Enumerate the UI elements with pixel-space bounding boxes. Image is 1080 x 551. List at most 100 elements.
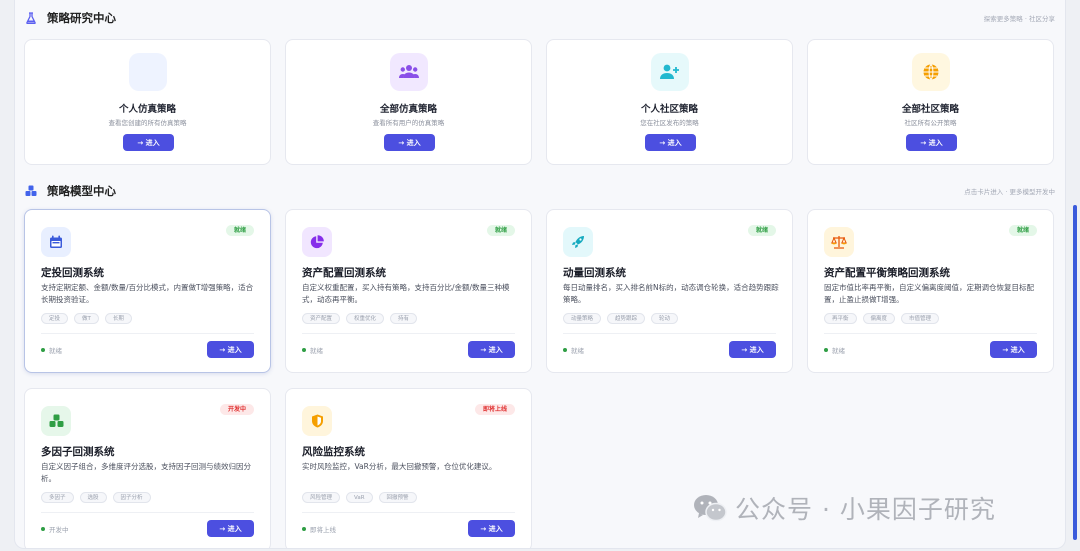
watermark-text: 公众号 · 小果因子研究 [735,495,996,524]
tag: 定投 [41,313,69,324]
enter-button[interactable]: → 进入 [384,134,435,151]
rocket-icon [563,227,593,257]
enter-button[interactable]: → 进入 [207,341,254,358]
divider [302,512,515,513]
research-card-personal-community[interactable]: 个人社区策略 您在社区发布的策略 → 进入 [546,39,793,165]
card-desc: 您在社区发布的策略 [640,119,699,127]
card-title: 资产配置回测系统 [302,267,386,279]
enter-button[interactable]: → 进入 [123,134,174,151]
enter-button[interactable]: → 进入 [468,520,515,537]
shield-icon [302,406,332,436]
tag-list: 再平衡 偏离度 市值管理 [824,313,940,324]
status-badge: 就绪 [747,225,776,236]
tag: 动量策略 [563,313,602,324]
wechat-icon [694,495,727,522]
enter-button[interactable]: → 进入 [207,520,254,537]
divider [563,333,776,334]
tag: 因子分析 [112,492,151,503]
tag: VaR [346,492,373,503]
status-text: 就绪 [310,347,323,355]
status-indicator: 就绪 [563,345,584,355]
status-text: 开发中 [49,526,69,534]
status-badge: 开发中 [219,404,254,415]
tag-list: 多因子 选股 因子分析 [41,492,151,503]
card-desc: 固定市值比率再平衡，自定义偏离度阈值，定期调仓恢复目标配置，止盈止损做T增强。 [824,283,1034,304]
card-desc: 自定义因子组合，多维度评分选股，支持因子回测与绩效归因分析。 [41,462,251,483]
calendar-icon [41,227,71,257]
tag: 回撤预警 [378,492,417,503]
status-dot [824,348,828,352]
card-desc: 每日动量排名，买入排名前N标的，动态调仓轮换，适合趋势跟踪策略。 [563,283,779,304]
model-card-multifactor[interactable]: 开发中 多因子回测系统 自定义因子组合，多维度评分选股，支持因子回测与绩效归因分… [24,388,271,548]
card-title: 全部仿真策略 [379,104,437,115]
blank-icon [129,53,167,91]
enter-button[interactable]: → 进入 [468,341,515,358]
status-dot [302,527,306,531]
research-card-all-community[interactable]: 全部社区策略 社区所有公开策略 → 进入 [807,39,1054,165]
tag: 持有 [390,313,418,324]
tag: 长期 [104,313,132,324]
research-section-header: 策略研究中心 探索更多策略 · 社区分享 [25,8,1055,28]
status-text: 就绪 [571,347,584,355]
tag: 权重优化 [346,313,385,324]
tag-list: 动量策略 趋势跟踪 轮动 [563,313,679,324]
status-dot [563,348,567,352]
status-text: 就绪 [49,347,62,355]
card-title: 个人仿真策略 [118,104,176,115]
model-card-asset-allocation[interactable]: 就绪 资产配置回测系统 自定义权重配置，买入持有策略，支持百分比/金额/数量三种… [285,209,532,373]
enter-button[interactable]: → 进入 [906,134,957,151]
status-dot [41,527,45,531]
card-desc: 实时风险监控，VaR分析，最大回撤预警，仓位优化建议。 [302,462,497,471]
card-title: 个人社区策略 [640,104,698,115]
tag: 选股 [79,492,107,503]
model-card-momentum[interactable]: 就绪 动量回测系统 每日动量排名，买入排名前N标的，动态调仓轮换，适合趋势跟踪策… [546,209,793,373]
card-title: 多因子回测系统 [41,446,115,458]
tag-list: 风险管理 VaR 回撤预警 [302,492,417,503]
enter-button[interactable]: → 进入 [990,341,1037,358]
status-badge: 就绪 [1008,225,1037,236]
enter-button[interactable]: → 进入 [645,134,696,151]
status-indicator: 开发中 [41,524,69,534]
card-desc: 查看所有用户的仿真策略 [372,119,445,127]
card-title: 风险监控系统 [302,446,365,458]
card-title: 资产配置平衡策略回测系统 [824,267,950,279]
status-text: 即将上线 [310,526,336,534]
research-card-all-sim[interactable]: 全部仿真策略 查看所有用户的仿真策略 → 进入 [285,39,532,165]
research-section-hint: 探索更多策略 · 社区分享 [983,15,1055,23]
research-card-personal-sim[interactable]: 个人仿真策略 查看您创建的所有仿真策略 → 进入 [24,39,271,165]
tag: 再平衡 [824,313,857,324]
divider [41,333,254,334]
users-icon [390,53,428,91]
model-section-hint: 点击卡片进入 · 更多模型开发中 [964,188,1055,196]
divider [302,333,515,334]
status-badge: 即将上线 [474,404,515,415]
tag-list: 资产配置 权重优化 持有 [302,313,418,324]
tag: 资产配置 [302,313,341,324]
divider [824,333,1037,334]
globe-icon [912,53,950,91]
status-indicator: 即将上线 [302,524,336,534]
balance-icon [824,227,854,257]
card-desc: 社区所有公开策略 [904,119,957,127]
model-card-rebalance[interactable]: 就绪 资产配置平衡策略回测系统 固定市值比率再平衡，自定义偏离度阈值，定期调仓恢… [807,209,1054,373]
tag: 轮动 [651,313,679,324]
card-title: 全部社区策略 [901,104,959,115]
main-panel: 策略研究中心 探索更多策略 · 社区分享 个人仿真策略 查看您创建的所有仿真策略… [14,0,1066,549]
pie-chart-icon [302,227,332,257]
model-section-title: 策略模型中心 [47,184,116,198]
cubes-icon [25,185,37,196]
user-plus-icon [651,53,689,91]
cubes-icon [41,406,71,436]
tag: 风险管理 [302,492,341,503]
enter-button[interactable]: → 进入 [729,341,776,358]
tag-list: 定投 做T 长期 [41,313,132,324]
status-indicator: 就绪 [41,345,62,355]
scrollbar[interactable] [1073,205,1077,540]
model-card-risk-monitor[interactable]: 即将上线 风险监控系统 实时风险监控，VaR分析，最大回撤预警，仓位优化建议。 … [285,388,532,548]
model-section-header: 策略模型中心 点击卡片进入 · 更多模型开发中 [25,181,1055,201]
model-card-dca[interactable]: 就绪 定投回测系统 支持定期定额、金额/数量/百分比模式，内置做T增强策略，适合… [24,209,271,373]
tag: 多因子 [41,492,74,503]
tag: 趋势跟踪 [607,313,646,324]
flask-icon [26,12,36,24]
card-desc: 支持定期定额、金额/数量/百分比模式，内置做T增强策略，适合长期投资验证。 [41,283,254,304]
